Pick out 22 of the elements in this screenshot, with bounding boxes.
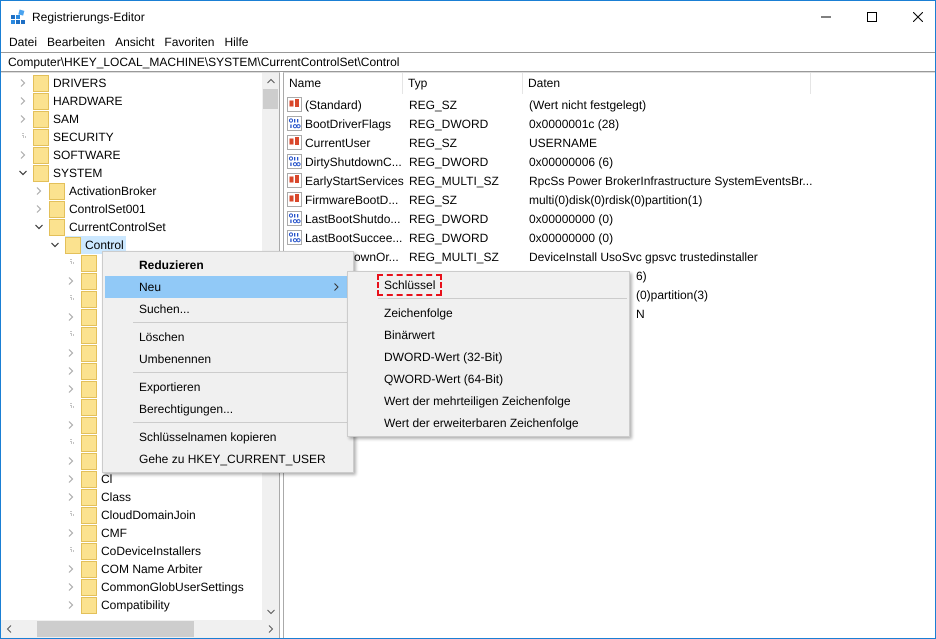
value-data: USERNAME [529, 136, 598, 150]
value-data: 0x0000001c (28) [529, 116, 620, 130]
value-data: 6) [636, 268, 647, 282]
value-type: REG_DWORD [409, 154, 488, 168]
value-type: REG_SZ [409, 192, 458, 206]
value-data: RpcSs Power BrokerInfrastructure SystemEventsBr... [529, 174, 812, 188]
value-data: (0)partition(3) [636, 288, 708, 302]
window-title: Registrierungs-Editor [32, 10, 145, 24]
value-data: 0x00000000 (0) [529, 212, 614, 226]
value-type: REG_DWORD [409, 212, 488, 226]
value-type: REG_MULTI_SZ [409, 174, 499, 188]
value-data: DeviceInstall UsoSvc gpsvc trustedinstaller [529, 250, 758, 264]
value-data: multi(0)disk(0)rdisk(0)partition(1) [529, 192, 702, 206]
value-data: (Wert nicht festgelegt) [529, 98, 646, 112]
value-type: REG_SZ [409, 98, 458, 112]
value-data: 0x00000000 (0) [529, 230, 614, 244]
value-data: 0x00000006 (6) [529, 154, 614, 168]
value-type: REG_DWORD [409, 230, 488, 244]
value-type: REG_SZ [409, 136, 458, 150]
value-type: REG_MULTI_SZ [409, 250, 499, 264]
value-type: REG_DWORD [409, 116, 488, 130]
value-data: N [636, 306, 645, 320]
